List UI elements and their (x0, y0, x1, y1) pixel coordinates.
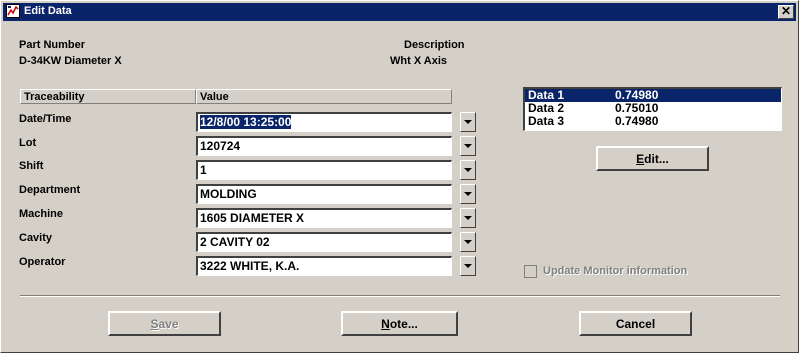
date-time-dropdown-icon[interactable] (460, 112, 476, 132)
title-bar[interactable]: Edit Data ✕ (3, 3, 796, 21)
date-time-field[interactable]: 12/8/00 13:25:00 (196, 112, 452, 132)
note-mnemonic: N (381, 317, 390, 331)
lot-field[interactable]: 120724 (196, 136, 452, 156)
note-label-rest: ote... (389, 317, 418, 331)
lot-dropdown-icon[interactable] (460, 136, 476, 156)
value-column-header: Value (196, 89, 452, 104)
data-item-value: 0.74980 (615, 114, 659, 128)
data-listbox[interactable]: Data 1 0.74980 Data 2 0.75010 Data 3 0.7… (523, 87, 782, 131)
edit-button[interactable]: Edit... (596, 146, 709, 171)
edit-label-rest: dit... (644, 152, 669, 166)
operator-label: Operator (19, 256, 66, 268)
operator-dropdown-icon[interactable] (460, 256, 476, 276)
traceability-column-header: Traceability (20, 89, 196, 104)
shift-label: Shift (19, 160, 44, 172)
data-list-item[interactable]: Data 3 0.74980 (525, 115, 781, 128)
department-dropdown-icon[interactable] (460, 184, 476, 204)
date-time-value: 12/8/00 13:25:00 (200, 115, 292, 129)
department-field[interactable]: MOLDING (196, 184, 452, 204)
shift-dropdown-icon[interactable] (460, 160, 476, 180)
date-time-label: Date/Time (19, 113, 72, 125)
update-monitor-checkbox[interactable] (524, 265, 537, 278)
save-button[interactable]: Save (108, 311, 221, 336)
edit-data-dialog: Edit Data ✕ Part Number D-34KW Diameter … (0, 0, 799, 353)
description-value: Wht X Axis (390, 55, 448, 67)
part-number-label: Part Number (19, 39, 86, 51)
update-monitor-label: Update Monitor information (543, 265, 688, 277)
save-label-rest: ave (158, 317, 179, 331)
window-title: Edit Data (24, 5, 72, 17)
separator (20, 295, 780, 297)
machine-label: Machine (19, 208, 64, 220)
description-label: Description (404, 39, 465, 51)
cancel-button[interactable]: Cancel (579, 311, 692, 336)
lot-label: Lot (19, 137, 37, 149)
cavity-label: Cavity (19, 232, 53, 244)
cavity-dropdown-icon[interactable] (460, 232, 476, 252)
machine-dropdown-icon[interactable] (460, 208, 476, 228)
cavity-field[interactable]: 2 CAVITY 02 (196, 232, 452, 252)
machine-field[interactable]: 1605 DIAMETER X (196, 208, 452, 228)
note-button[interactable]: Note... (341, 311, 458, 336)
operator-field[interactable]: 3222 WHITE, K.A. (196, 256, 452, 276)
department-label: Department (19, 184, 81, 196)
edit-mnemonic: E (636, 152, 645, 166)
data-item-name: Data 3 (528, 114, 565, 128)
close-icon[interactable]: ✕ (778, 5, 794, 19)
traceability-grid-header: Traceability Value (20, 89, 452, 106)
shift-field[interactable]: 1 (196, 160, 452, 180)
app-icon (6, 4, 20, 18)
part-number-value: D-34KW Diameter X (19, 55, 122, 67)
